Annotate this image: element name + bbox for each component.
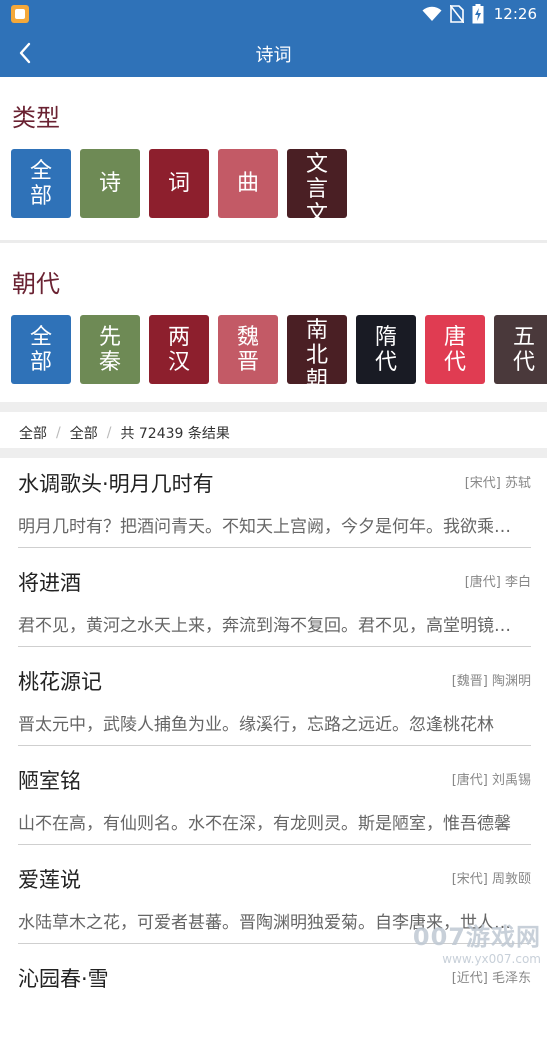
poem-list-item[interactable]: 桃花源记 [魏晋] 陶渊明 晋太元中，武陵人捕鱼为业。缘溪行，忘路之远近。忽逢桃…	[0, 656, 547, 755]
breadcrumb-dynasty[interactable]: 全部	[70, 423, 98, 443]
dynasty-tile-tang[interactable]: 唐代	[425, 315, 485, 384]
battery-charging-icon	[472, 4, 484, 24]
wifi-icon	[422, 6, 442, 21]
poem-list-item[interactable]: 沁园春·雪 [近代] 毛泽东	[0, 953, 547, 1052]
type-tile-ci[interactable]: 词	[149, 149, 209, 218]
tile-label: 诗	[98, 171, 121, 196]
tile-label: 唐代	[443, 324, 466, 375]
section-divider	[0, 448, 547, 458]
list-divider	[18, 745, 531, 746]
result-count: 共 72439 条结果	[120, 426, 230, 442]
dynasty-tile-all[interactable]: 全部	[11, 315, 71, 384]
poem-title: 桃花源记	[18, 670, 102, 694]
tile-label: 全部	[29, 324, 52, 375]
section-divider	[0, 402, 547, 412]
type-section-title: 类型	[12, 104, 60, 132]
poem-author: [唐代] 刘禹锡	[451, 773, 531, 788]
tile-label: 先秦	[98, 324, 121, 375]
poem-author: [宋代] 周敦颐	[451, 872, 531, 887]
tile-label: 两汉	[167, 324, 190, 375]
poem-title: 沁园春·雪	[18, 967, 109, 991]
tile-label: 魏晋	[236, 324, 259, 375]
poem-list-item[interactable]: 将进酒 [唐代] 李白 君不见，黄河之水天上来，奔流到海不复回。君不见，高堂明镜…	[0, 557, 547, 656]
watermark-text: 007游戏网	[412, 923, 541, 951]
list-divider	[18, 547, 531, 548]
poem-title: 将进酒	[18, 571, 81, 595]
status-time: 12:26	[493, 5, 537, 23]
poem-excerpt: 明月几时有？把酒问青天。不知天上宫阙，今夕是何年。我欲乘风归去	[18, 517, 514, 537]
dynasty-tile-sui[interactable]: 隋代	[356, 315, 416, 384]
page-title: 诗词	[255, 45, 292, 66]
dynasty-filter-row: 全部 先秦 两汉 魏晋 南北朝 隋代 唐代 五代	[11, 315, 547, 384]
watermark-logo: 007游戏网 www.yx007.com	[413, 917, 541, 966]
status-bar: 12:26	[0, 0, 547, 28]
app-notification-icon	[11, 5, 29, 23]
app-bar: 诗词	[0, 28, 547, 77]
poem-list-item[interactable]: 陋室铭 [唐代] 刘禹锡 山不在高，有仙则名。水不在深，有龙则灵。斯是陋室，惟吾…	[0, 755, 547, 854]
dynasty-tile-nanbeichao[interactable]: 南北朝	[287, 315, 347, 384]
watermark-url: www.yx007.com	[442, 952, 541, 966]
no-sim-icon	[449, 5, 464, 23]
list-divider	[18, 844, 531, 845]
poem-excerpt: 晋太元中，武陵人捕鱼为业。缘溪行，忘路之远近。忽逢桃花林	[18, 715, 494, 735]
tile-label: 全部	[29, 158, 52, 209]
poem-author: [近代] 毛泽东	[451, 971, 531, 986]
poem-title: 爱莲说	[18, 868, 81, 892]
type-tile-qu[interactable]: 曲	[218, 149, 278, 218]
poem-excerpt: 君不见，黄河之水天上来，奔流到海不复回。君不见，高堂明镜悲白发	[18, 616, 514, 636]
tile-label: 词	[167, 171, 190, 196]
dynasty-tile-weijin[interactable]: 魏晋	[218, 315, 278, 384]
type-filter-row: 全部 诗 词 曲 文言文	[11, 149, 347, 218]
poem-list-item[interactable]: 水调歌头·明月几时有 [宋代] 苏轼 明月几时有？把酒问青天。不知天上宫阙，今夕…	[0, 458, 547, 557]
poem-author: [魏晋] 陶渊明	[451, 674, 531, 689]
dynasty-tile-lianghan[interactable]: 两汉	[149, 315, 209, 384]
tile-label: 五代	[512, 324, 535, 375]
breadcrumb: 全部 / 全部 / 共 72439 条结果	[19, 423, 230, 443]
poem-title: 陋室铭	[18, 769, 81, 793]
status-icons: 12:26	[422, 4, 537, 24]
type-tile-wenyanwen[interactable]: 文言文	[287, 149, 347, 218]
tile-label: 曲	[236, 171, 259, 196]
dynasty-tile-xianqin[interactable]: 先秦	[80, 315, 140, 384]
poem-author: [宋代] 苏轼	[464, 476, 531, 491]
breadcrumb-separator: /	[56, 425, 61, 441]
type-tile-shi[interactable]: 诗	[80, 149, 140, 218]
tile-label: 隋代	[374, 324, 397, 375]
poem-excerpt: 山不在高，有仙则名。水不在深，有龙则灵。斯是陋室，惟吾德馨	[18, 814, 511, 834]
type-tile-all[interactable]: 全部	[11, 149, 71, 218]
poem-author: [唐代] 李白	[464, 575, 531, 590]
poem-title: 水调歌头·明月几时有	[18, 472, 214, 496]
breadcrumb-type[interactable]: 全部	[19, 423, 47, 443]
tile-label: 南北朝	[305, 318, 328, 384]
dynasty-section-title: 朝代	[12, 270, 60, 298]
tile-label: 文言文	[305, 152, 328, 218]
list-divider	[18, 646, 531, 647]
dynasty-tile-wudai[interactable]: 五代	[494, 315, 547, 384]
breadcrumb-separator: /	[106, 425, 112, 441]
section-divider	[0, 240, 547, 243]
